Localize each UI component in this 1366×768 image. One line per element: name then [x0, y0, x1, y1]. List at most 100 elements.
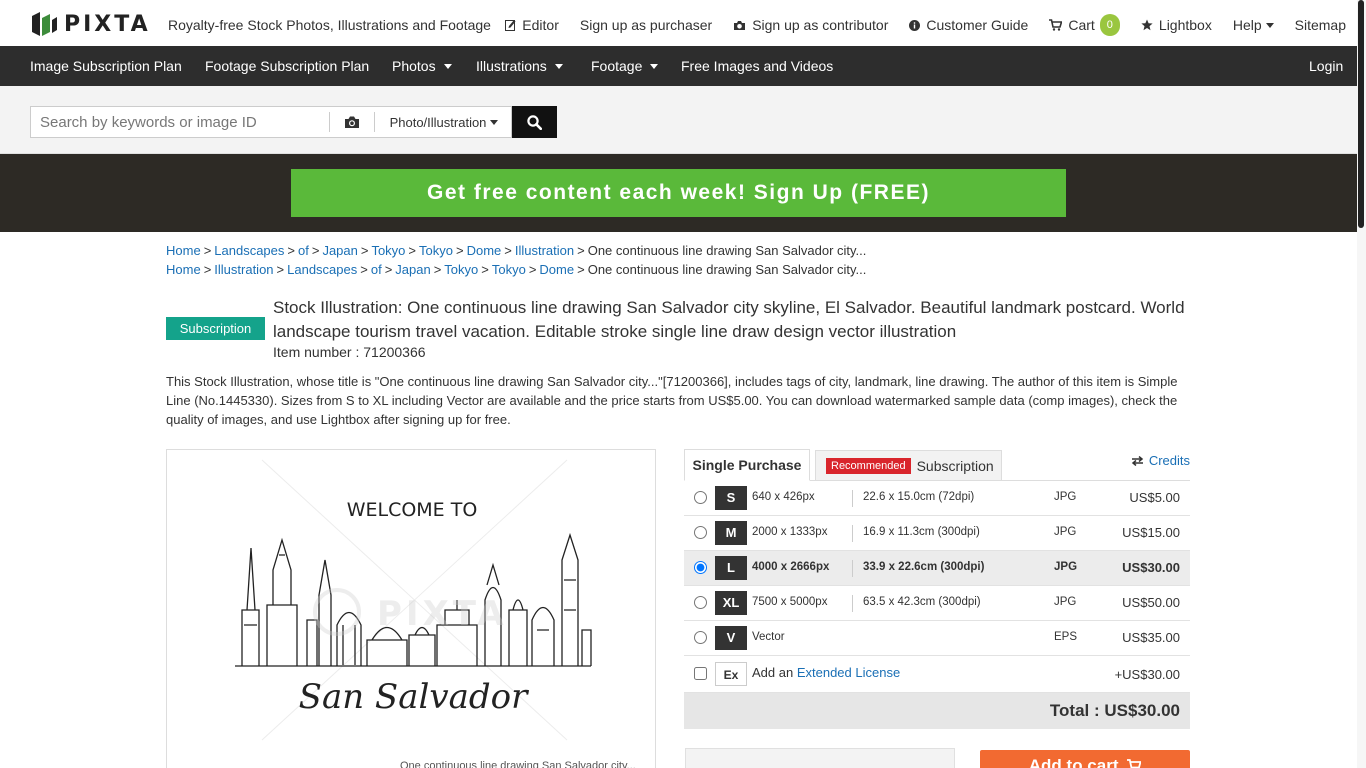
- size-option-vector[interactable]: V Vector EPS US$35.00: [684, 621, 1190, 656]
- breadcrumb-separator: >: [481, 262, 489, 277]
- chevron-down-icon: [443, 63, 452, 69]
- breadcrumb-link[interactable]: Tokyo: [492, 262, 526, 277]
- add-to-cart-button[interactable]: Add to cart: [980, 750, 1190, 768]
- sitemap-label: Sitemap: [1294, 17, 1346, 33]
- nav-photos-dropdown[interactable]: Photos: [392, 58, 452, 74]
- content-type-select[interactable]: Photo/Illustration: [377, 107, 511, 137]
- size-option-s[interactable]: S 640 x 426px 22.6 x 15.0cm (72dpi) JPG …: [684, 481, 1190, 516]
- lightbox-label: Lightbox: [1158, 17, 1212, 33]
- subscription-badge: Subscription: [166, 317, 265, 340]
- divider: [852, 525, 853, 542]
- pixta-logo[interactable]: PIXTA: [30, 10, 151, 38]
- breadcrumb: Home > Landscapes > of > Japan > Tokyo > Tokyo > Dom…: [166, 243, 866, 258]
- scrollbar-thumb[interactable]: [1358, 0, 1364, 228]
- nav-login[interactable]: Login: [1309, 58, 1343, 74]
- nav-image-subscription-plan[interactable]: Image Subscription Plan: [30, 58, 182, 74]
- size-price: US$35.00: [1122, 630, 1180, 645]
- signup-contributor-label: Sign up as contributor: [752, 17, 889, 33]
- nav-free-images-videos[interactable]: Free Images and Videos: [681, 58, 833, 74]
- breadcrumb-link[interactable]: Home: [166, 243, 201, 258]
- content-type-label: Photo/Illustration: [389, 114, 487, 130]
- page-title: Stock Illustration: One continuous line …: [273, 298, 1185, 341]
- nav-footage-subscription-plan[interactable]: Footage Subscription Plan: [205, 58, 369, 74]
- size-radio[interactable]: [694, 596, 707, 609]
- breadcrumb-link[interactable]: Japan: [395, 262, 430, 277]
- extended-license-option[interactable]: Ex Add an Extended License +US$30.00: [684, 656, 1190, 693]
- breadcrumb-link[interactable]: of: [298, 243, 309, 258]
- tab-label: Subscription: [916, 457, 994, 474]
- cart-icon: [1049, 19, 1063, 31]
- extended-license-link[interactable]: Extended License: [797, 665, 900, 680]
- nav-label: Photos: [392, 58, 436, 74]
- cart-link[interactable]: Cart 0: [1049, 14, 1120, 36]
- divider: [852, 490, 853, 507]
- image-preview[interactable]: WELCOME TO San Salvador PIXTA: [166, 449, 656, 768]
- breadcrumb-separator: >: [528, 262, 537, 277]
- size-option-l[interactable]: L 4000 x 2666px 33.9 x 22.6cm (300dpi) J…: [684, 551, 1190, 586]
- breadcrumb-link[interactable]: Dome: [467, 243, 502, 258]
- breadcrumb-link[interactable]: of: [371, 262, 382, 277]
- signup-contributor-link[interactable]: Sign up as contributor: [733, 17, 888, 33]
- size-format: JPG: [1054, 561, 1078, 573]
- credits-link[interactable]: Credits: [1131, 453, 1190, 468]
- tab-single-purchase[interactable]: Single Purchase: [684, 449, 810, 481]
- search-input[interactable]: [31, 107, 327, 137]
- size-radio[interactable]: [694, 526, 707, 539]
- breadcrumb-link[interactable]: Illustration: [515, 243, 574, 258]
- cart-count-badge: 0: [1099, 14, 1120, 36]
- signup-purchaser-link[interactable]: Sign up as purchaser: [580, 17, 712, 33]
- size-radio[interactable]: [694, 631, 707, 644]
- order-total: Total : US$30.00: [684, 693, 1190, 729]
- edit-icon: [505, 19, 516, 31]
- customer-guide-link[interactable]: Customer Guide: [909, 17, 1028, 33]
- breadcrumb-link[interactable]: Landscapes: [287, 262, 357, 277]
- sitemap-link[interactable]: Sitemap: [1295, 17, 1346, 33]
- breadcrumb-link[interactable]: Dome: [539, 262, 574, 277]
- cart-label: Cart: [1068, 17, 1095, 33]
- breadcrumb-link[interactable]: Landscapes: [214, 243, 284, 258]
- search-icon: [527, 114, 542, 130]
- breadcrumb-current: One continuous line drawing San Salvador…: [587, 243, 867, 258]
- extended-license-checkbox[interactable]: [694, 667, 707, 680]
- page-scrollbar[interactable]: [1357, 0, 1366, 768]
- size-pixels: Vector: [752, 631, 785, 643]
- extended-text: Add an Extended License: [752, 665, 900, 680]
- extended-prefix: Add an: [752, 665, 794, 680]
- size-price: US$50.00: [1122, 595, 1180, 610]
- nav-footage-dropdown[interactable]: Footage: [591, 58, 659, 74]
- breadcrumb-link[interactable]: Tokyo: [371, 243, 405, 258]
- size-radio[interactable]: [694, 491, 707, 504]
- image-search-button[interactable]: [329, 112, 375, 132]
- size-print: 63.5 x 42.3cm (300dpi): [863, 596, 981, 608]
- breadcrumb-link[interactable]: Home: [166, 262, 201, 277]
- chevron-down-icon: [1265, 22, 1274, 28]
- help-dropdown[interactable]: Help: [1233, 17, 1274, 33]
- size-option-m[interactable]: M 2000 x 1333px 16.9 x 11.3cm (300dpi) J…: [684, 516, 1190, 551]
- size-price: US$5.00: [1129, 490, 1180, 505]
- item-description: This Stock Illustration, whose title is …: [166, 374, 1178, 427]
- nav-illustrations-dropdown[interactable]: Illustrations: [476, 58, 563, 74]
- tab-subscription[interactable]: Recommended Subscription: [815, 450, 1002, 481]
- size-format: JPG: [1054, 596, 1077, 608]
- free-signup-button[interactable]: Get free content each week! Sign Up (FRE…: [291, 169, 1066, 217]
- size-radio[interactable]: [694, 561, 707, 574]
- search-button[interactable]: [512, 106, 557, 138]
- main-nav: Image Subscription Plan Footage Subscrip…: [0, 46, 1366, 86]
- breadcrumb-link[interactable]: Illustration: [214, 262, 273, 277]
- breadcrumb-link[interactable]: Japan: [322, 243, 357, 258]
- quantity-box[interactable]: [685, 748, 955, 768]
- nav-label: Login: [1309, 58, 1344, 74]
- breadcrumb-separator: >: [433, 262, 442, 277]
- breadcrumb-link[interactable]: Tokyo: [444, 262, 478, 277]
- lightbox-link[interactable]: Lightbox: [1141, 17, 1212, 33]
- extended-code: Ex: [715, 662, 747, 686]
- editor-link[interactable]: Editor: [505, 17, 559, 33]
- top-nav: Editor Sign up as purchaser Sign up as c…: [484, 14, 1346, 36]
- recommended-badge: Recommended: [826, 457, 911, 474]
- size-pixels: 4000 x 2666px: [752, 561, 830, 573]
- tab-label: Single Purchase: [692, 457, 802, 473]
- breadcrumb-link[interactable]: Tokyo: [419, 243, 453, 258]
- size-format: JPG: [1054, 526, 1077, 538]
- cart-icon: [1127, 759, 1142, 768]
- size-option-xl[interactable]: XL 7500 x 5000px 63.5 x 42.3cm (300dpi) …: [684, 586, 1190, 621]
